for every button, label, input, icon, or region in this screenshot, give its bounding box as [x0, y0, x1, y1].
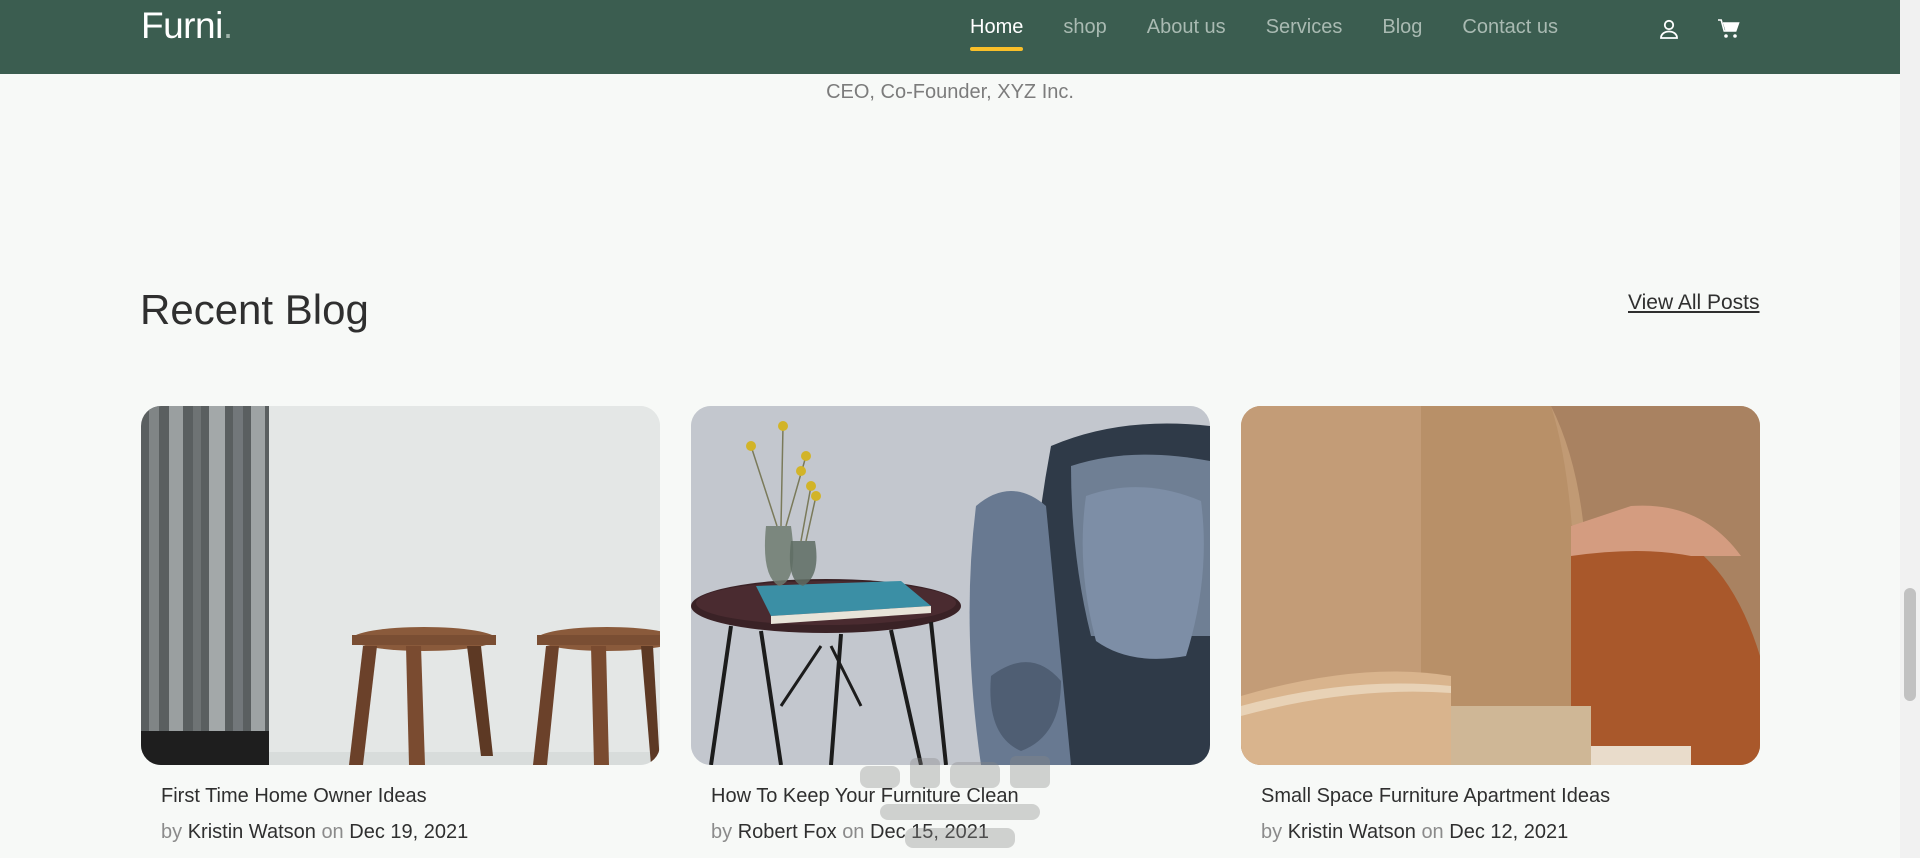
nav-links: Home shop About us Services Blog Contact…: [970, 0, 1598, 74]
by-label: by: [711, 821, 733, 843]
cart-icon[interactable]: [1715, 15, 1743, 43]
testimonial-role: CEO, Co-Founder, XYZ Inc.: [826, 81, 1074, 103]
nav-link-blog[interactable]: Blog: [1382, 0, 1422, 39]
scrollbar-thumb[interactable]: [1904, 588, 1916, 701]
post-meta: by Kristin Watson on Dec 19, 2021: [161, 821, 468, 844]
post-date: Dec 15, 2021: [870, 821, 989, 843]
section-title: Recent Blog: [140, 286, 369, 333]
blog-post-card: First Time Home Owner Ideas by Kristin W…: [141, 406, 660, 843]
navbar: Furni. Home shop About us Services Blog …: [0, 0, 1900, 74]
post-title[interactable]: First Time Home Owner Ideas: [161, 785, 427, 808]
post-author[interactable]: Robert Fox: [738, 821, 837, 843]
on-label: on: [1421, 821, 1444, 843]
post-author[interactable]: Kristin Watson: [1288, 821, 1416, 843]
post-author[interactable]: Kristin Watson: [188, 821, 316, 843]
post-title[interactable]: Small Space Furniture Apartment Ideas: [1261, 785, 1610, 808]
post-title[interactable]: How To Keep Your Furniture Clean: [711, 785, 1019, 808]
blog-post-card: Small Space Furniture Apartment Ideas by…: [1241, 406, 1760, 843]
blog-post-card: How To Keep Your Furniture Clean by Robe…: [691, 406, 1210, 843]
post-meta: by Robert Fox on Dec 15, 2021: [711, 821, 989, 844]
user-icon[interactable]: [1655, 15, 1683, 43]
scrollbar-track[interactable]: [1900, 0, 1920, 858]
nav-link-services[interactable]: Services: [1266, 0, 1343, 39]
post-meta: by Kristin Watson on Dec 12, 2021: [1261, 821, 1568, 844]
post-date: Dec 19, 2021: [349, 821, 469, 843]
view-all-posts-link[interactable]: View All Posts: [1628, 291, 1760, 315]
nav-link-contact-us[interactable]: Contact us: [1462, 0, 1558, 39]
post-image[interactable]: [141, 406, 660, 765]
on-label: on: [321, 821, 344, 843]
nav-link-shop[interactable]: shop: [1063, 0, 1106, 39]
by-label: by: [161, 821, 183, 843]
brand-logo[interactable]: Furni.: [141, 5, 233, 47]
post-image[interactable]: [1241, 406, 1760, 765]
post-image[interactable]: [691, 406, 1210, 765]
post-date: Dec 12, 2021: [1449, 821, 1569, 843]
nav-link-about-us[interactable]: About us: [1147, 0, 1226, 39]
nav-link-home[interactable]: Home: [970, 0, 1024, 51]
by-label: by: [1261, 821, 1283, 843]
on-label: on: [842, 821, 865, 843]
